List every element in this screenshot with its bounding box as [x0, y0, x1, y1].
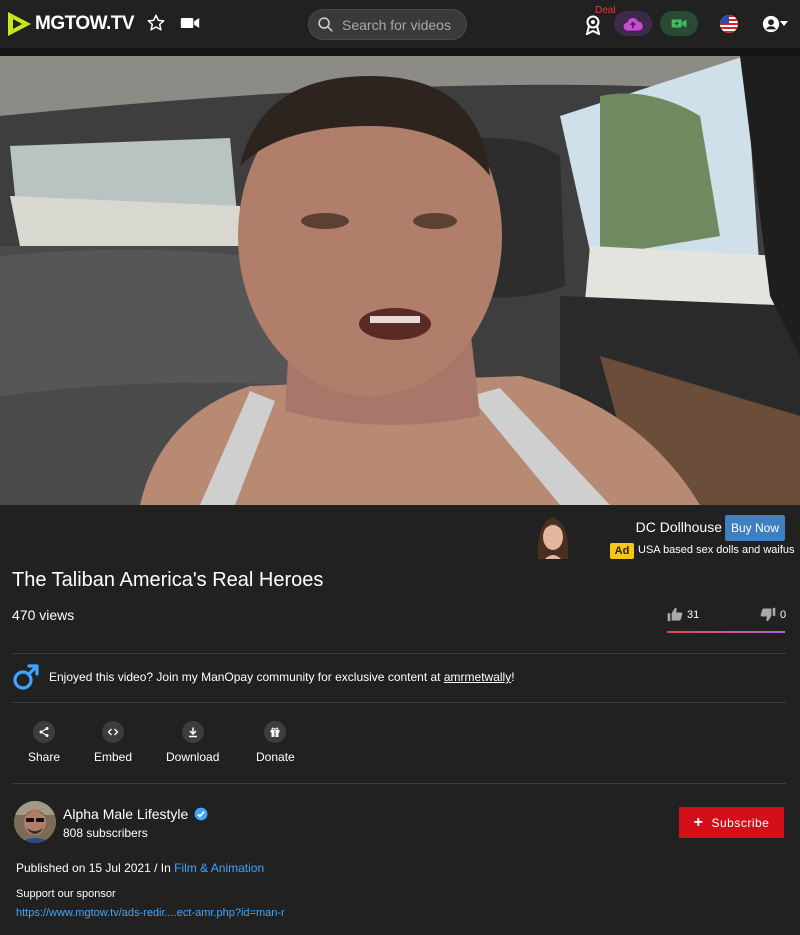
video-frame	[0, 56, 800, 505]
share-label: Share	[28, 750, 61, 764]
support-text: Support our sponsor	[16, 888, 116, 900]
star-icon[interactable]	[145, 12, 167, 34]
dislike-count: 0	[780, 608, 787, 621]
divider	[12, 702, 786, 703]
thumbs-down-icon	[760, 607, 776, 622]
site-logo[interactable]: MGTOW.TV	[4, 9, 135, 39]
gift-icon	[264, 721, 287, 743]
channel-name[interactable]: Alpha Male Lifestyle	[63, 806, 208, 822]
ad-thumbnail[interactable]	[532, 513, 574, 559]
embed-button[interactable]: Embed	[94, 721, 132, 764]
thumbs-up-icon	[667, 607, 683, 622]
subscriber-count: 808 subscribers	[63, 826, 148, 840]
us-flag-icon[interactable]	[718, 13, 740, 35]
record-video-icon	[671, 19, 687, 28]
account-menu[interactable]	[762, 13, 788, 35]
category-link[interactable]: Film & Animation	[174, 861, 264, 875]
award-ribbon-icon[interactable]	[582, 14, 604, 36]
like-ratio-bar	[667, 631, 785, 633]
like-count: 31	[687, 608, 700, 621]
chevron-down-icon	[780, 21, 788, 26]
upload-cloud-icon	[623, 17, 643, 31]
go-live-button[interactable]	[660, 11, 698, 36]
verified-badge-icon	[194, 807, 208, 821]
dislike-button[interactable]: 0	[760, 607, 786, 622]
ad-badge: Ad	[610, 543, 634, 559]
video-player[interactable]	[0, 56, 800, 505]
plus-icon: +	[693, 813, 704, 831]
male-symbol-icon	[12, 663, 40, 691]
divider	[12, 653, 786, 654]
download-icon	[181, 721, 204, 743]
top-navigation-bar: MGTOW.TV Deal	[0, 0, 800, 48]
search-icon	[318, 17, 333, 32]
share-button[interactable]: Share	[28, 721, 60, 764]
donate-button[interactable]: Donate	[256, 721, 295, 764]
header-divider	[0, 48, 800, 56]
buy-now-button[interactable]: Buy Now	[725, 515, 785, 541]
embed-label: Embed	[94, 750, 133, 764]
promo-text-end: !	[511, 670, 515, 684]
promo-text-body: Enjoyed this video? Join my ManOpay comm…	[49, 670, 444, 684]
promo-text: Enjoyed this video? Join my ManOpay comm…	[49, 670, 515, 684]
video-camera-icon[interactable]	[179, 12, 201, 34]
channel-name-text: Alpha Male Lifestyle	[63, 806, 189, 822]
sponsor-link[interactable]: https://www.mgtow.tv/ads-redir....ect-am…	[16, 907, 285, 919]
download-button[interactable]: Download	[166, 721, 219, 764]
logo-text: MGTOW.TV	[35, 13, 135, 34]
account-icon	[762, 15, 780, 33]
search-input[interactable]	[342, 16, 462, 33]
download-label: Download	[166, 750, 220, 764]
published-date: Published on 15 Jul 2021 / In	[16, 861, 175, 875]
donate-label: Donate	[256, 750, 295, 764]
published-info: Published on 15 Jul 2021 / In Film & Ani…	[16, 861, 264, 875]
upload-button[interactable]	[614, 11, 652, 36]
code-icon	[102, 721, 125, 743]
like-button[interactable]: 31	[667, 607, 699, 622]
divider	[12, 783, 786, 784]
channel-avatar[interactable]	[14, 801, 56, 843]
share-icon	[33, 721, 56, 743]
ad-title[interactable]: DC Dollhouse	[600, 519, 722, 535]
logo-play-icon	[8, 12, 31, 36]
search-bar[interactable]	[308, 9, 467, 40]
video-title: The Taliban America's Real Heroes	[12, 569, 324, 591]
promo-link[interactable]: amrmetwally	[444, 670, 511, 684]
subscribe-label: Subscribe	[711, 815, 770, 830]
ad-description: USA based sex dolls and waifus	[638, 544, 795, 556]
subscribe-button[interactable]: + Subscribe	[679, 807, 784, 838]
view-count: 470 views	[12, 607, 75, 623]
